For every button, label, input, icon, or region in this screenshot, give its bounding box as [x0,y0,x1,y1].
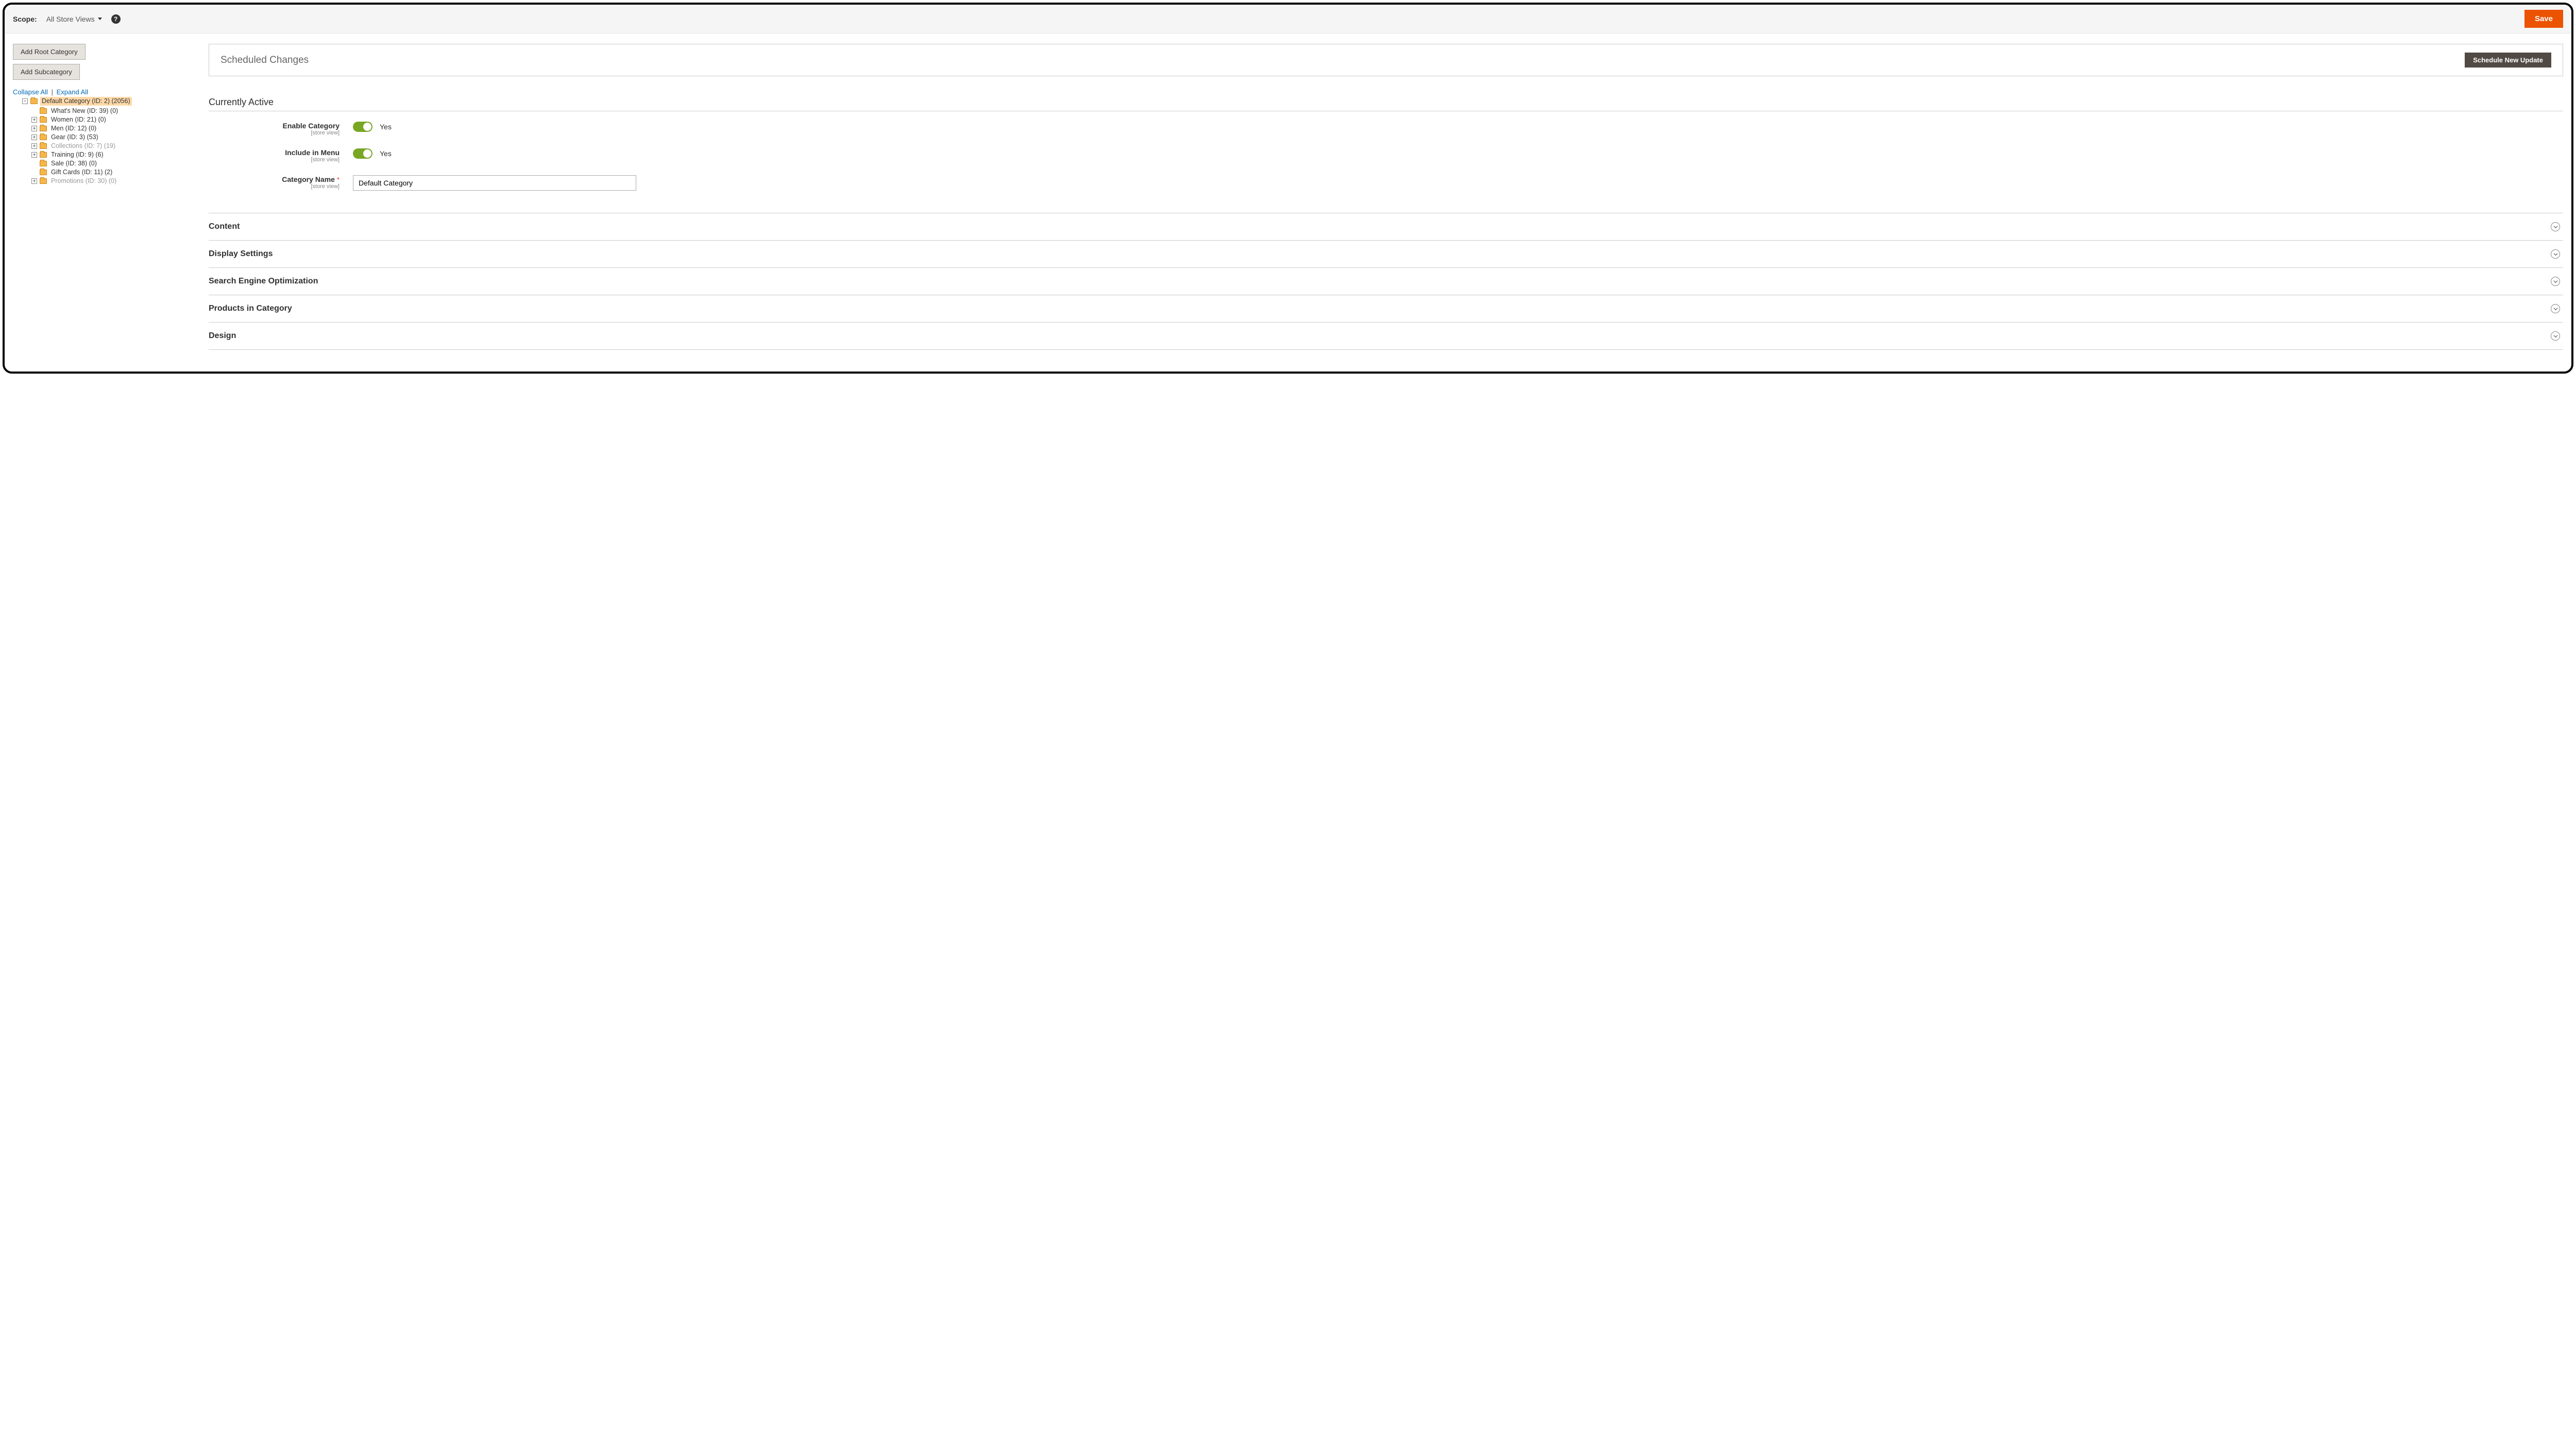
tree-node: + Training (ID: 9) (6) [31,150,204,159]
scheduled-changes-title: Scheduled Changes [221,55,309,66]
add-subcategory-button[interactable]: Add Subcategory [13,64,80,80]
enable-category-row: Enable Category [store view] Yes [209,122,2563,136]
accordion-section[interactable]: Products in Category [209,295,2563,323]
include-in-menu-label: Include in Menu [285,148,340,157]
tree-node-label[interactable]: Default Category (ID: 2) (2056) [40,97,132,106]
tree-node-label[interactable]: Collections (ID: 7) (19) [49,142,117,150]
schedule-new-update-button[interactable]: Schedule New Update [2465,53,2551,68]
folder-icon [40,143,47,149]
include-in-menu-row: Include in Menu [store view] Yes [209,148,2563,163]
tree-expander-icon[interactable]: + [31,134,37,140]
tree-node-label[interactable]: Women (ID: 21) (0) [49,115,108,124]
scope-value: All Store Views [46,15,95,23]
tree-controls: Collapse All | Expand All [13,88,204,96]
folder-icon [40,126,47,131]
tree-root-node: − Default Category (ID: 2) (2056) [22,97,204,106]
currently-active-heading: Currently Active [209,97,2563,111]
accordion-section[interactable]: Display Settings [209,240,2563,268]
enable-category-toggle[interactable] [353,122,372,132]
accordion-section[interactable]: Content [209,213,2563,241]
chevron-down-icon [2551,249,2560,259]
collapse-all-link[interactable]: Collapse All [13,88,48,96]
required-icon: * [337,176,340,183]
accordion-title: Products in Category [209,304,292,313]
separator: | [52,88,53,96]
save-button[interactable]: Save [2524,10,2563,28]
tree-expander-icon[interactable]: + [31,143,37,149]
accordion-section[interactable]: Design [209,322,2563,350]
tree-node: + Gear (ID: 3) (53) [31,133,204,142]
tree-node: + Collections (ID: 7) (19) [31,142,204,150]
tree-node: What's New (ID: 39) (0) [31,107,204,115]
tree-node-label[interactable]: What's New (ID: 39) (0) [49,107,120,115]
category-name-input[interactable] [353,175,636,191]
tree-expander-icon[interactable]: + [31,117,37,123]
folder-icon [40,170,47,175]
tree-node-label[interactable]: Gear (ID: 3) (53) [49,133,100,142]
scheduled-changes-panel: Scheduled Changes Schedule New Update [209,44,2563,76]
folder-icon [40,152,47,158]
help-icon[interactable]: ? [111,14,121,24]
top-bar: Scope: All Store Views ? Save [5,5,2571,33]
accordion-title: Design [209,331,236,341]
scope-group: Scope: All Store Views ? [13,14,121,24]
folder-icon [30,98,38,104]
sidebar: Add Root Category Add Subcategory Collap… [13,44,204,186]
enable-category-scope: [store view] [209,130,340,136]
include-in-menu-scope: [store view] [209,157,340,163]
tree-expander-icon [31,170,37,175]
tree-node-label[interactable]: Men (ID: 12) (0) [49,124,98,133]
include-in-menu-toggle[interactable] [353,148,372,159]
category-name-row: Category Name* [store view] [209,175,2563,191]
accordion-section[interactable]: Search Engine Optimization [209,267,2563,295]
accordion-title: Search Engine Optimization [209,277,318,286]
tree-expander-icon[interactable]: + [31,152,37,158]
chevron-down-icon [2551,304,2560,313]
tree-node-label[interactable]: Training (ID: 9) (6) [49,150,105,159]
main-content: Scheduled Changes Schedule New Update Cu… [209,44,2563,350]
tree-node-label[interactable]: Sale (ID: 38) (0) [49,159,98,168]
tree-expander-icon[interactable]: − [22,98,28,104]
tree-node: + Women (ID: 21) (0) [31,115,204,124]
tree-node: Sale (ID: 38) (0) [31,159,204,168]
folder-icon [40,161,47,166]
category-name-scope: [store view] [209,183,340,190]
enable-category-value: Yes [380,123,392,131]
expand-all-link[interactable]: Expand All [57,88,88,96]
caret-down-icon [98,18,102,20]
enable-category-label: Enable Category [283,122,340,130]
chevron-down-icon [2551,331,2560,341]
tree-expander-icon[interactable]: + [31,178,37,184]
scope-select[interactable]: All Store Views [46,15,102,23]
accordion-title: Content [209,222,240,231]
folder-icon [40,108,47,114]
tree-node-label[interactable]: Gift Cards (ID: 11) (2) [49,168,114,177]
scope-label: Scope: [13,15,37,23]
tree-expander-icon [31,108,37,114]
add-root-category-button[interactable]: Add Root Category [13,44,86,60]
tree-node: + Men (ID: 12) (0) [31,124,204,133]
category-tree: − Default Category (ID: 2) (2056) What's… [13,97,204,186]
tree-node: + Promotions (ID: 30) (0) [31,177,204,186]
category-name-label: Category Name [282,175,335,183]
chevron-down-icon [2551,222,2560,231]
include-in-menu-value: Yes [380,149,392,158]
folder-icon [40,134,47,140]
tree-expander-icon[interactable]: + [31,126,37,131]
tree-node: Gift Cards (ID: 11) (2) [31,168,204,177]
accordion-title: Display Settings [209,249,273,259]
folder-icon [40,178,47,184]
folder-icon [40,117,47,123]
tree-expander-icon [31,161,37,166]
chevron-down-icon [2551,277,2560,286]
tree-node-label[interactable]: Promotions (ID: 30) (0) [49,177,118,186]
